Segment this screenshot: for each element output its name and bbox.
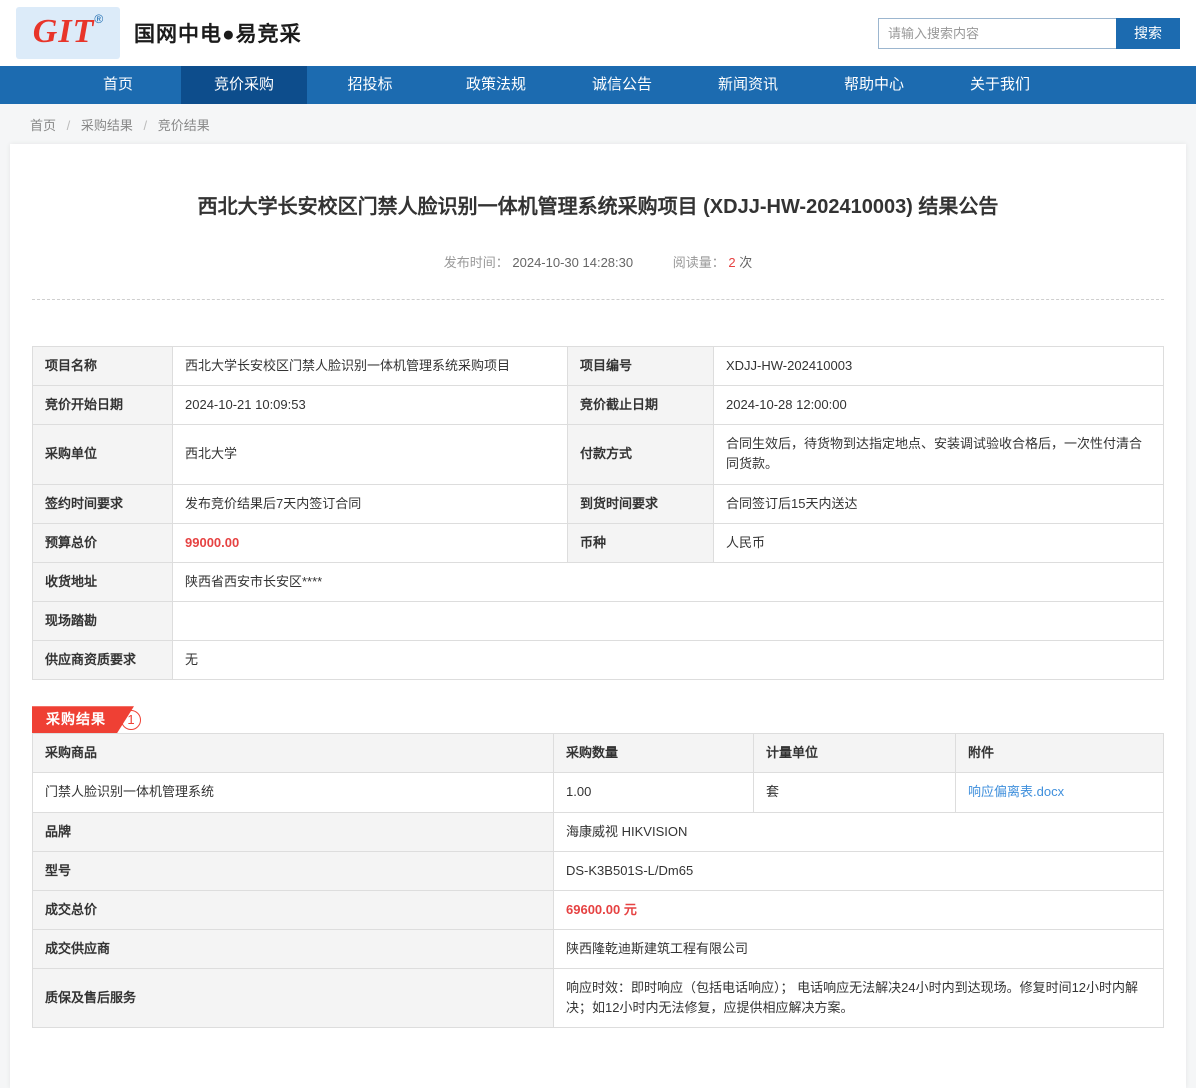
breadcrumb-procurement-results[interactable]: 采购结果 — [81, 118, 133, 133]
field-label: 项目名称 — [33, 347, 173, 386]
breadcrumb-separator: / — [144, 118, 148, 133]
budget-total-price: 99000.00 — [173, 523, 568, 562]
field-value: 合同签订后15天内送达 — [714, 484, 1164, 523]
item-name: 门禁人脸识别一体机管理系统 — [33, 773, 554, 812]
field-label: 现场踏勘 — [33, 601, 173, 640]
procurement-result-table: 采购商品 采购数量 计量单位 附件 门禁人脸识别一体机管理系统 1.00 套 响… — [32, 733, 1164, 1028]
breadcrumb: 首页 / 采购结果 / 竞价结果 — [0, 104, 1196, 144]
item-attachment-cell: 响应偏离表.docx — [956, 773, 1164, 812]
column-header: 采购数量 — [554, 734, 754, 773]
field-value: 合同生效后，待货物到达指定地点、安装调试验收合格后，一次性付清合同货款。 — [714, 425, 1164, 484]
table-row: 项目名称 西北大学长安校区门禁人脸识别一体机管理系统采购项目 项目编号 XDJJ… — [33, 347, 1164, 386]
site-title: 国网中电●易竞采 — [134, 18, 302, 48]
article-meta: 发布时间： 2024-10-30 14:28:30 阅读量： 2 次 — [32, 252, 1164, 271]
nav-item-tenders[interactable]: 招投标 — [307, 66, 433, 104]
page-title: 西北大学长安校区门禁人脸识别一体机管理系统采购项目 (XDJJ-HW-20241… — [32, 170, 1164, 222]
announcement-card: 西北大学长安校区门禁人脸识别一体机管理系统采购项目 (XDJJ-HW-20241… — [10, 144, 1186, 1088]
field-label: 品牌 — [33, 812, 554, 851]
procurement-result-banner: 采购结果 1 — [32, 706, 1164, 733]
search-area: 搜索 — [878, 18, 1180, 49]
table-row: 型号 DS-K3B501S-L/Dm65 — [33, 851, 1164, 890]
table-row: 现场踏勘 — [33, 601, 1164, 640]
nav-item-news[interactable]: 新闻资讯 — [685, 66, 811, 104]
field-label: 成交总价 — [33, 890, 554, 929]
field-label: 竞价开始日期 — [33, 386, 173, 425]
table-row: 品牌 海康威视 HIKVISION — [33, 812, 1164, 851]
attachment-link[interactable]: 响应偏离表.docx — [968, 784, 1064, 799]
site-logo: GIT ® — [16, 7, 120, 59]
field-label: 付款方式 — [568, 425, 714, 484]
field-value: 2024-10-21 10:09:53 — [173, 386, 568, 425]
table-row: 供应商资质要求 无 — [33, 641, 1164, 680]
column-header: 计量单位 — [754, 734, 956, 773]
field-label: 型号 — [33, 851, 554, 890]
table-row: 签约时间要求 发布竞价结果后7天内签订合同 到货时间要求 合同签订后15天内送达 — [33, 484, 1164, 523]
breadcrumb-bidding-results[interactable]: 竞价结果 — [158, 118, 210, 133]
field-label: 到货时间要求 — [568, 484, 714, 523]
field-label: 采购单位 — [33, 425, 173, 484]
nav-item-home[interactable]: 首页 — [55, 66, 181, 104]
item-quantity: 1.00 — [554, 773, 754, 812]
field-label: 竞价截止日期 — [568, 386, 714, 425]
nav-item-integrity-notices[interactable]: 诚信公告 — [559, 66, 685, 104]
main-nav: 首页 竞价采购 招投标 政策法规 诚信公告 新闻资讯 帮助中心 关于我们 — [0, 66, 1196, 104]
item-unit: 套 — [754, 773, 956, 812]
field-label: 成交供应商 — [33, 929, 554, 968]
field-value: 西北大学长安校区门禁人脸识别一体机管理系统采购项目 — [173, 347, 568, 386]
column-header: 采购商品 — [33, 734, 554, 773]
field-value: 海康威视 HIKVISION — [554, 812, 1164, 851]
field-label: 签约时间要求 — [33, 484, 173, 523]
registered-mark-icon: ® — [94, 12, 103, 26]
deal-total-price: 69600.00 元 — [554, 890, 1164, 929]
table-row: 预算总价 99000.00 币种 人民币 — [33, 523, 1164, 562]
field-value — [173, 601, 1164, 640]
field-value: 陕西隆乾迪斯建筑工程有限公司 — [554, 929, 1164, 968]
publish-time: 2024-10-30 14:28:30 — [512, 255, 633, 270]
views-unit: 次 — [739, 255, 752, 270]
field-label: 项目编号 — [568, 347, 714, 386]
table-row: 采购单位 西北大学 付款方式 合同生效后，待货物到达指定地点、安装调试验收合格后… — [33, 425, 1164, 484]
breadcrumb-home[interactable]: 首页 — [30, 118, 56, 133]
table-header-row: 采购商品 采购数量 计量单位 附件 — [33, 734, 1164, 773]
search-button[interactable]: 搜索 — [1116, 18, 1180, 49]
logo-text: GIT — [33, 7, 95, 57]
field-label: 预算总价 — [33, 523, 173, 562]
top-header: GIT ® 国网中电●易竞采 搜索 — [0, 0, 1196, 66]
field-label: 质保及售后服务 — [33, 969, 554, 1028]
column-header: 附件 — [956, 734, 1164, 773]
breadcrumb-separator: / — [67, 118, 71, 133]
table-row: 竞价开始日期 2024-10-21 10:09:53 竞价截止日期 2024-1… — [33, 386, 1164, 425]
field-label: 供应商资质要求 — [33, 641, 173, 680]
nav-item-help-center[interactable]: 帮助中心 — [811, 66, 937, 104]
publish-time-label: 发布时间： — [444, 255, 509, 270]
field-value: 响应时效：即时响应（包括电话响应）； 电话响应无法解决24小时内到达现场。修复时… — [554, 969, 1164, 1028]
table-row: 质保及售后服务 响应时效：即时响应（包括电话响应）； 电话响应无法解决24小时内… — [33, 969, 1164, 1028]
search-input[interactable] — [878, 18, 1116, 49]
field-value: 无 — [173, 641, 1164, 680]
field-value: 陕西省西安市长安区**** — [173, 562, 1164, 601]
nav-item-policies[interactable]: 政策法规 — [433, 66, 559, 104]
result-banner-label: 采购结果 — [32, 706, 134, 733]
field-value: DS-K3B501S-L/Dm65 — [554, 851, 1164, 890]
table-row: 成交总价 69600.00 元 — [33, 890, 1164, 929]
table-row: 成交供应商 陕西隆乾迪斯建筑工程有限公司 — [33, 929, 1164, 968]
field-label: 收货地址 — [33, 562, 173, 601]
field-label: 币种 — [568, 523, 714, 562]
field-value: 2024-10-28 12:00:00 — [714, 386, 1164, 425]
project-info-table: 项目名称 西北大学长安校区门禁人脸识别一体机管理系统采购项目 项目编号 XDJJ… — [32, 346, 1164, 680]
table-row: 收货地址 陕西省西安市长安区**** — [33, 562, 1164, 601]
views-count: 2 — [728, 255, 735, 270]
field-value: XDJJ-HW-202410003 — [714, 347, 1164, 386]
field-value: 发布竞价结果后7天内签订合同 — [173, 484, 568, 523]
dashed-divider — [32, 299, 1164, 300]
field-value: 人民币 — [714, 523, 1164, 562]
nav-item-bidding-procurement[interactable]: 竞价采购 — [181, 66, 307, 104]
views-label: 阅读量： — [673, 255, 725, 270]
field-value: 西北大学 — [173, 425, 568, 484]
nav-item-about-us[interactable]: 关于我们 — [937, 66, 1063, 104]
table-row: 门禁人脸识别一体机管理系统 1.00 套 响应偏离表.docx — [33, 773, 1164, 812]
